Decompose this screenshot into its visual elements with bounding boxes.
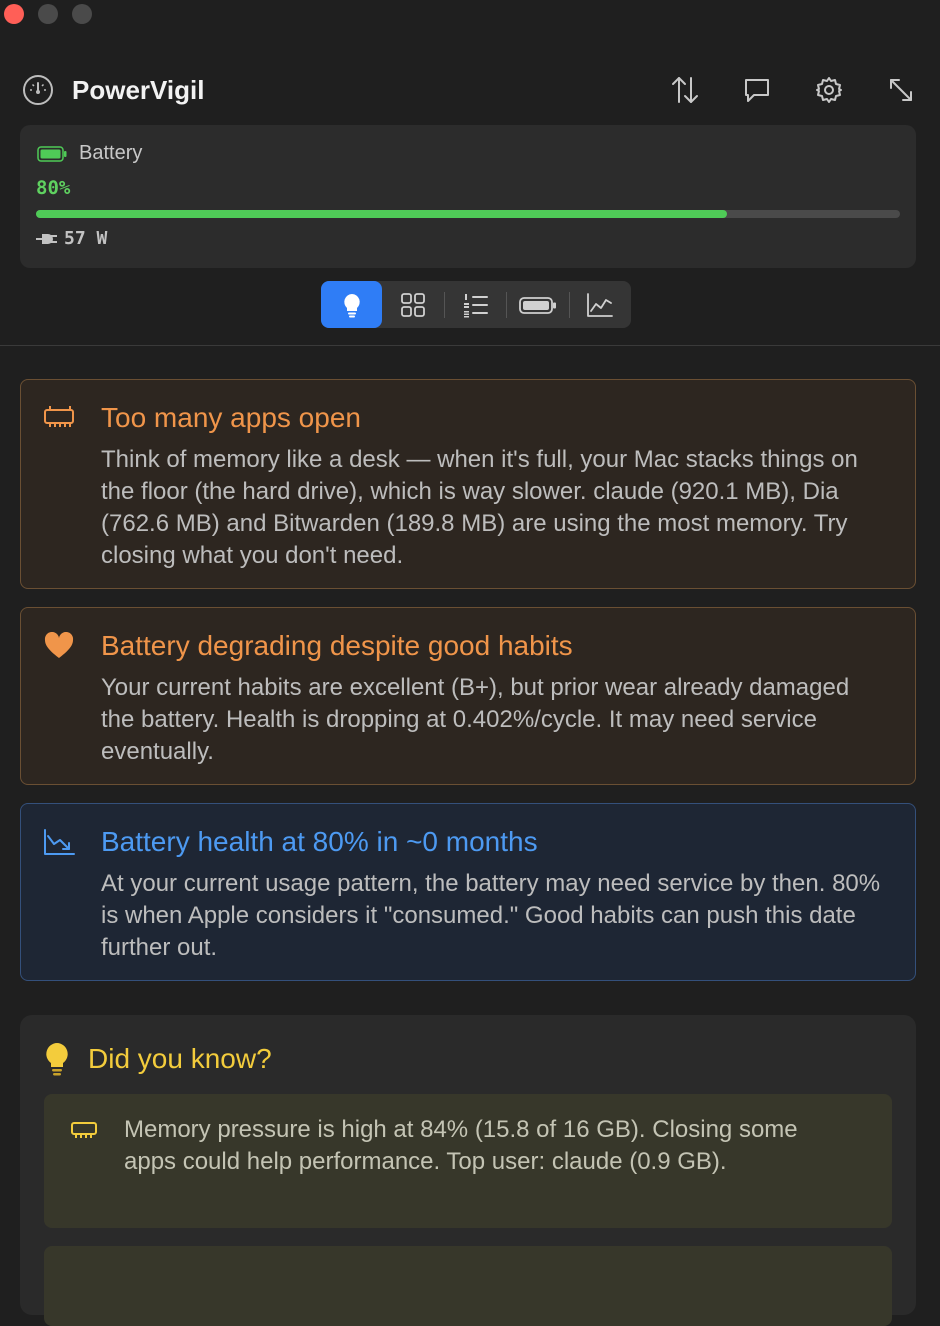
tip-title: Battery degrading despite good habits <box>101 630 573 661</box>
close-window-button[interactable] <box>4 4 24 24</box>
did-you-know-title: Did you know? <box>88 1043 272 1074</box>
tip-title: Battery health at 80% in ~0 months <box>101 826 538 857</box>
chat-bubble-icon <box>745 79 769 102</box>
lightbulb-icon <box>343 293 360 317</box>
battery-level-fill <box>36 210 728 218</box>
tab-history[interactable] <box>570 281 631 328</box>
tip-body: Your current habits are excellent (B+), … <box>101 674 850 765</box>
plug-icon <box>36 233 57 244</box>
battery-header: Battery <box>37 142 142 165</box>
battery-icon <box>37 145 67 162</box>
numbered-list-icon <box>463 293 488 317</box>
header-actions <box>668 73 918 107</box>
sort-arrows-icon <box>672 77 698 103</box>
sort-button[interactable] <box>668 73 702 107</box>
battery-icon <box>518 296 556 314</box>
power-draw: 57 W <box>36 228 107 249</box>
gear-icon <box>816 77 842 103</box>
tip-body: At your current usage pattern, the batte… <box>101 870 881 961</box>
did-you-know-card: Did you know? Memory pressure is high at… <box>20 1015 916 1326</box>
did-you-know-item: Memory pressure is high at 84% (15.8 of … <box>44 1094 892 1228</box>
power-watts: 57 W <box>64 228 108 249</box>
tab-list[interactable] <box>445 281 506 328</box>
line-chart-icon <box>587 292 614 317</box>
tip-card: Battery health at 80% in ~0 months At yo… <box>20 803 916 981</box>
minimize-window-button[interactable] <box>38 4 58 24</box>
tip-card: Battery degrading despite good habits Yo… <box>20 607 916 785</box>
battery-label: Battery <box>79 142 143 164</box>
did-you-know-header: Did you know? <box>44 1041 272 1077</box>
tip-card: Too many apps open Think of memory like … <box>20 379 916 589</box>
expand-button[interactable] <box>884 73 918 107</box>
app-header: PowerVigil <box>22 70 918 110</box>
view-tabs <box>321 281 631 328</box>
zoom-window-button[interactable] <box>72 4 92 24</box>
settings-button[interactable] <box>812 73 846 107</box>
grid-icon <box>401 292 426 317</box>
window-controls <box>4 4 92 24</box>
tab-overview[interactable] <box>382 281 443 328</box>
tab-battery[interactable] <box>507 281 568 328</box>
section-divider <box>0 345 940 346</box>
tip-body: Think of memory like a desk — when it's … <box>101 446 858 569</box>
lightbulb-icon <box>46 1043 68 1076</box>
did-you-know-text: Memory pressure is high at 84% (15.8 of … <box>124 1116 798 1175</box>
battery-percent: 80% <box>36 177 71 199</box>
app-title: PowerVigil <box>72 74 205 105</box>
tip-title: Too many apps open <box>101 402 361 433</box>
expand-icon <box>890 79 912 101</box>
tab-insights[interactable] <box>321 281 383 328</box>
memory-chip-icon <box>71 1122 97 1138</box>
battery-level-bar <box>36 210 900 218</box>
gauge-icon <box>23 75 53 105</box>
trend-down-chart-icon <box>44 829 75 855</box>
heart-icon <box>44 632 74 658</box>
did-you-know-item <box>44 1246 892 1326</box>
memory-chip-icon <box>44 406 74 427</box>
battery-card: Battery 80% 57 W <box>20 125 916 268</box>
feedback-button[interactable] <box>740 73 774 107</box>
